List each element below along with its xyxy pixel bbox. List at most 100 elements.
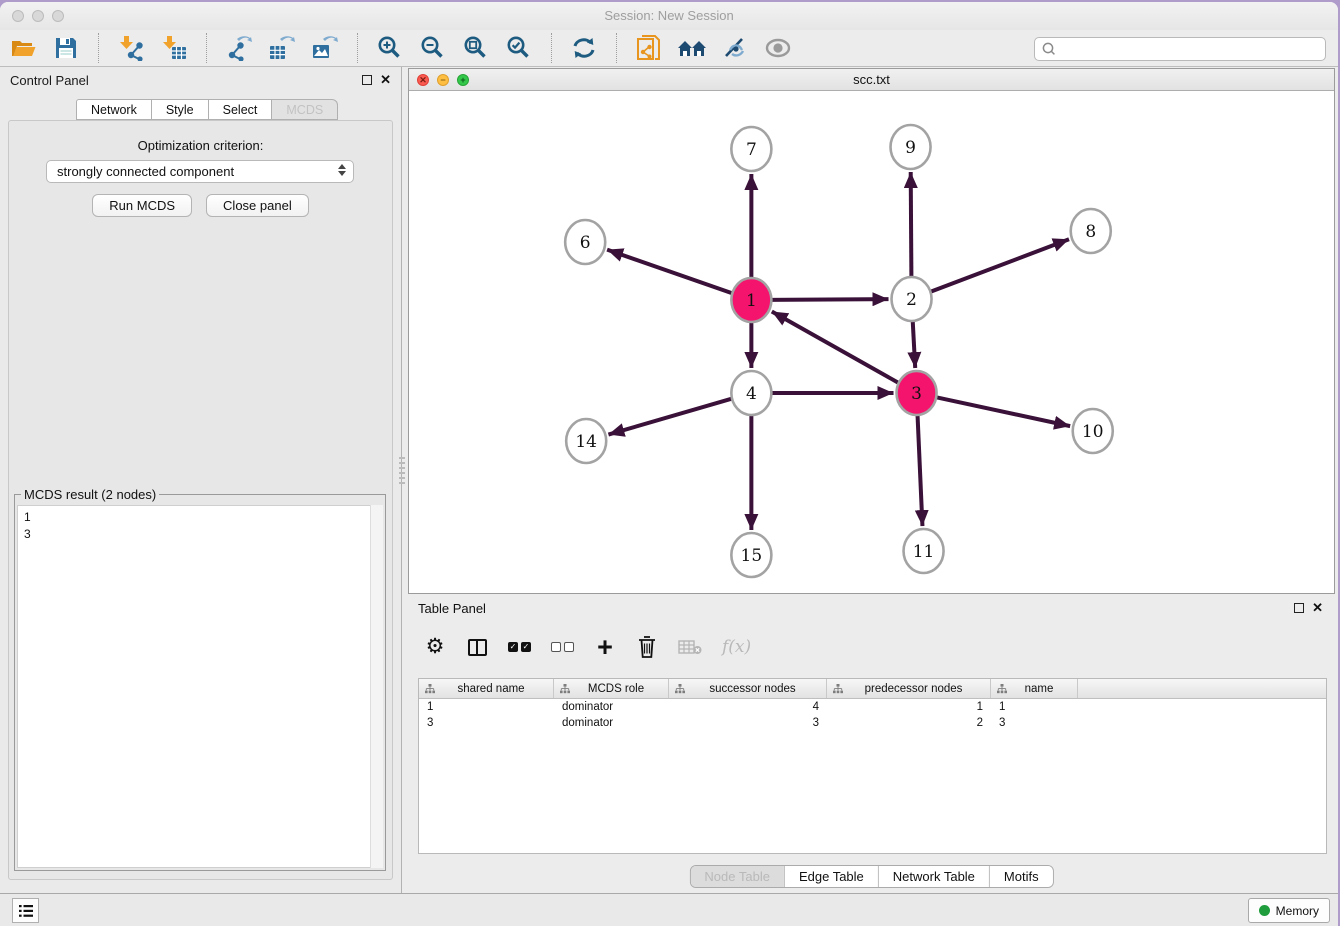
zoom-in-icon[interactable]	[375, 34, 405, 62]
network-view-window: ✕ − + scc.txt 7968124314101511	[408, 68, 1335, 594]
table-cell[interactable]: 2	[827, 715, 991, 731]
window-title: Session: New Session	[0, 2, 1338, 30]
clone-network-icon[interactable]	[634, 34, 664, 62]
select-all-columns-icon[interactable]: ✓✓	[508, 634, 531, 660]
node-label: 9	[905, 138, 916, 158]
refresh-layout-icon[interactable]	[569, 34, 599, 62]
settings-gear-icon[interactable]: ⚙	[424, 634, 446, 660]
column-header[interactable]: name	[991, 679, 1078, 698]
node-label: 10	[1082, 422, 1104, 442]
task-history-button[interactable]	[12, 898, 39, 923]
run-mcds-button[interactable]: Run MCDS	[92, 194, 192, 217]
table-cell[interactable]: 3	[991, 715, 1078, 731]
tab-style[interactable]: Style	[152, 99, 209, 120]
delete-trash-icon[interactable]	[636, 634, 658, 660]
graph-node-14[interactable]: 14	[566, 419, 606, 463]
status-bar: Memory	[0, 893, 1338, 926]
table-cell[interactable]: 1	[991, 699, 1078, 715]
graph-edge-2-9[interactable]	[911, 172, 912, 278]
zoom-selected-icon[interactable]	[504, 34, 534, 62]
tab-network-table[interactable]: Network Table	[878, 866, 989, 887]
search-field	[1034, 37, 1326, 61]
titlebar: Session: New Session	[0, 2, 1338, 30]
mcds-result-box: MCDS result (2 nodes) 1 3	[14, 494, 386, 871]
panel-splitter[interactable]	[399, 457, 405, 485]
graph-node-4[interactable]: 4	[731, 371, 771, 415]
float-panel-icon[interactable]	[362, 75, 372, 85]
maximize-network-icon[interactable]: +	[457, 74, 469, 86]
graph-node-1[interactable]: 1	[731, 278, 771, 322]
save-session-icon[interactable]	[51, 34, 81, 62]
graph-edge-1-2[interactable]	[770, 299, 888, 300]
graph-edge-3-11[interactable]	[917, 414, 922, 526]
float-table-panel-icon[interactable]	[1294, 603, 1304, 613]
tab-node-table[interactable]: Node Table	[690, 866, 784, 887]
network-window-controls: ✕ − +	[417, 74, 469, 86]
hide-selected-icon[interactable]	[720, 34, 750, 62]
table-cell[interactable]: dominator	[554, 699, 669, 715]
graph-node-6[interactable]: 6	[565, 220, 605, 264]
criterion-select[interactable]: strongly connected component	[46, 160, 354, 183]
export-network-icon[interactable]	[224, 34, 254, 62]
export-image-icon[interactable]	[310, 34, 340, 62]
zoom-fit-icon[interactable]	[461, 34, 491, 62]
import-table-icon[interactable]	[159, 34, 189, 62]
graph-edge-3-10[interactable]	[935, 397, 1070, 426]
graph-edge-2-3[interactable]	[913, 320, 916, 368]
graph-node-15[interactable]: 15	[731, 533, 771, 577]
graph-node-2[interactable]: 2	[892, 277, 932, 321]
graph-edge-2-8[interactable]	[930, 239, 1069, 292]
tab-select[interactable]: Select	[209, 99, 273, 120]
neighbors-houses-icon[interactable]	[677, 34, 707, 62]
deselect-all-columns-icon[interactable]	[551, 634, 574, 660]
tab-mcds[interactable]: MCDS	[272, 99, 338, 120]
close-table-panel-icon[interactable]: ✕	[1312, 602, 1323, 614]
graph-node-11[interactable]: 11	[904, 529, 944, 573]
column-header[interactable]: successor nodes	[669, 679, 827, 698]
show-all-eye-icon[interactable]	[763, 34, 793, 62]
memory-button[interactable]: Memory	[1248, 898, 1330, 923]
tab-motifs[interactable]: Motifs	[989, 866, 1053, 887]
zoom-out-icon[interactable]	[418, 34, 448, 62]
toolbar-separator	[357, 33, 358, 63]
network-canvas[interactable]: 7 9 6 8 1 2 4 3 14 10 15 11	[409, 91, 1334, 593]
graph-node-10[interactable]: 10	[1073, 409, 1113, 453]
column-header[interactable]: shared name	[419, 679, 554, 698]
graph-node-3[interactable]: 3	[897, 371, 937, 415]
table-row[interactable]: 1dominator411	[419, 699, 1326, 715]
graph-edge-4-14[interactable]	[608, 398, 733, 434]
graph-edge-1-6[interactable]	[607, 250, 733, 294]
open-session-icon[interactable]	[8, 34, 38, 62]
import-network-icon[interactable]	[116, 34, 146, 62]
export-table-icon[interactable]	[267, 34, 297, 62]
add-column-plus-icon[interactable]: +	[594, 634, 616, 660]
graph-node-9[interactable]: 9	[891, 125, 931, 169]
show-column-panel-icon[interactable]	[466, 634, 488, 660]
node-label: 1	[746, 291, 757, 311]
app-window: Session: New Session	[0, 2, 1338, 926]
table-cell[interactable]: dominator	[554, 715, 669, 731]
tab-edge-table[interactable]: Edge Table	[784, 866, 878, 887]
tab-network[interactable]: Network	[76, 99, 152, 120]
table-row[interactable]: 3dominator323	[419, 715, 1326, 731]
graph-edge-3-1[interactable]	[772, 312, 900, 384]
node-label: 15	[741, 546, 763, 566]
mcds-result-text[interactable]: 1 3	[17, 505, 383, 868]
table-cell[interactable]: 3	[419, 715, 554, 731]
column-header[interactable]: predecessor nodes	[827, 679, 991, 698]
search-input[interactable]	[1034, 37, 1326, 61]
close-panel-icon[interactable]: ✕	[380, 74, 391, 86]
column-header[interactable]: MCDS role	[554, 679, 669, 698]
table-cell[interactable]: 4	[669, 699, 827, 715]
control-panel-tabs: Network Style Select MCDS	[76, 99, 338, 120]
table-cell[interactable]: 1	[827, 699, 991, 715]
result-scrollbar[interactable]	[370, 505, 383, 868]
graph-node-8[interactable]: 8	[1071, 209, 1111, 253]
mcds-panel: Optimization criterion: strongly connect…	[8, 120, 393, 880]
minimize-network-icon[interactable]: −	[437, 74, 449, 86]
close-network-icon[interactable]: ✕	[417, 74, 429, 86]
graph-node-7[interactable]: 7	[731, 127, 771, 171]
close-panel-button[interactable]: Close panel	[206, 194, 309, 217]
table-cell[interactable]: 3	[669, 715, 827, 731]
table-cell[interactable]: 1	[419, 699, 554, 715]
